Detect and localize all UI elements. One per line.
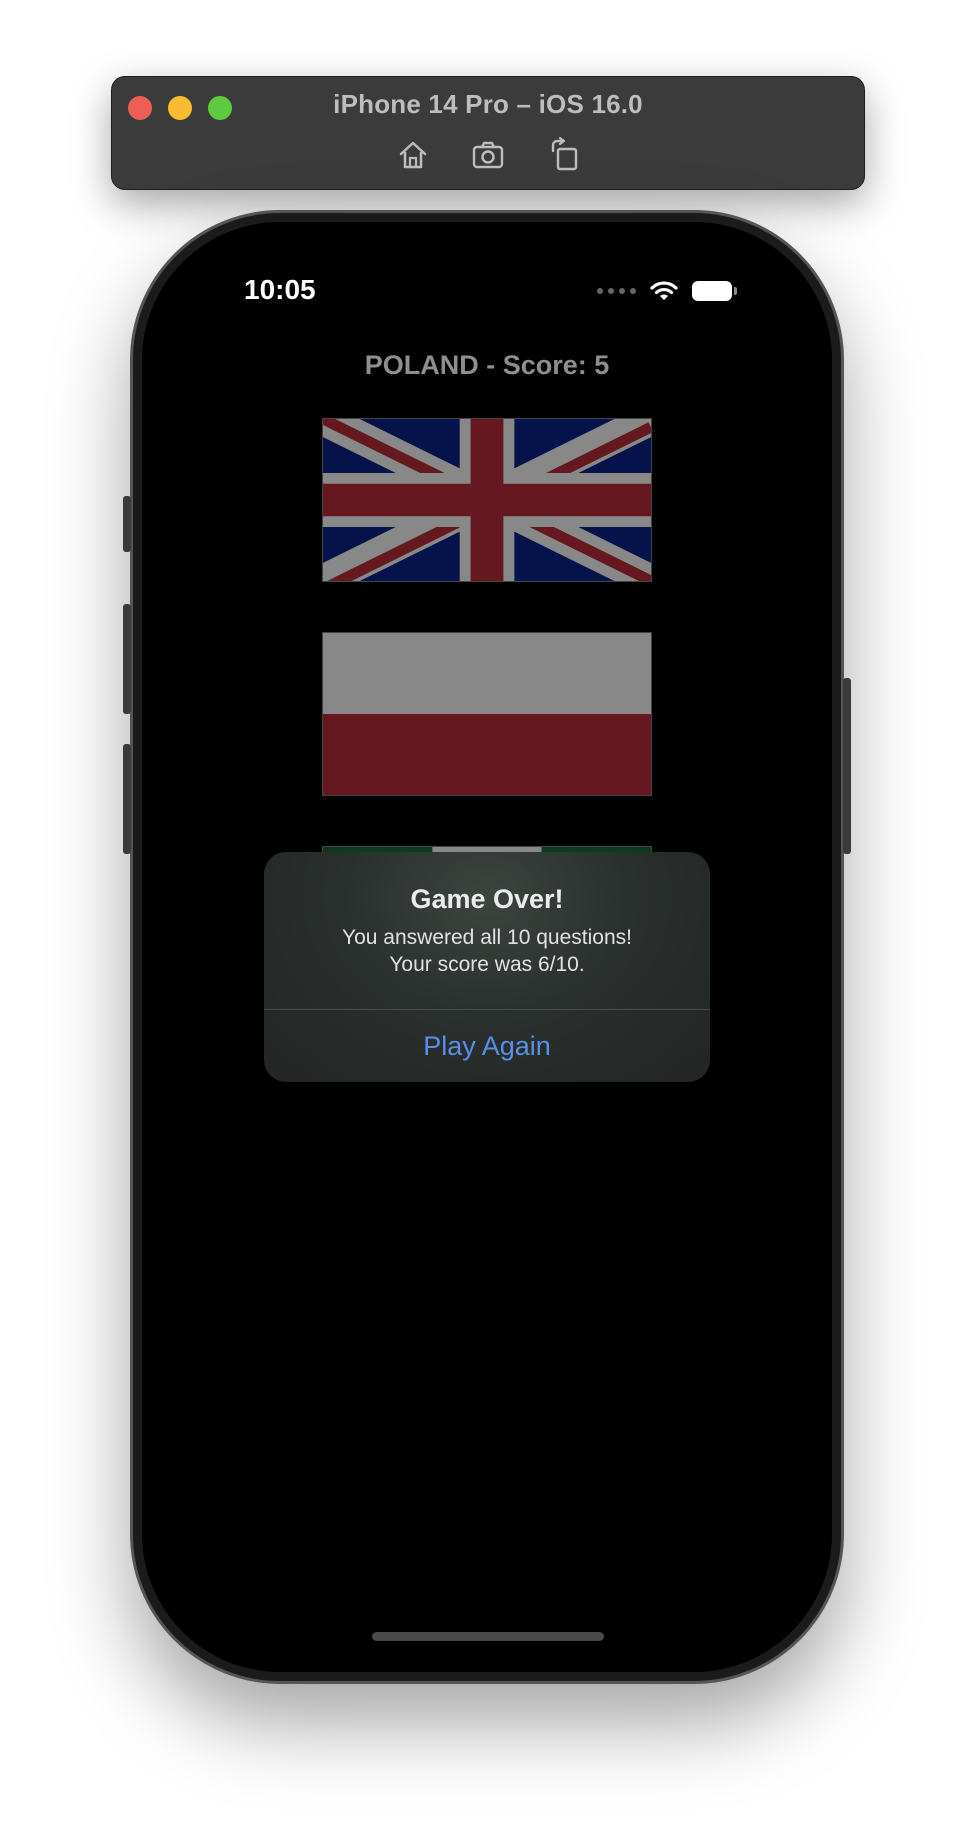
battery-icon (692, 281, 737, 301)
alert-body: Game Over! You answered all 10 questions… (264, 852, 710, 1008)
simulator-tools (112, 136, 864, 173)
wifi-icon (650, 281, 678, 300)
phone-screen: 10:05 POLAND - Score: 5 Game Over! You a… (142, 222, 832, 1672)
poland-flag-white-band (323, 633, 651, 714)
simulator-title: iPhone 14 Pro – iOS 16.0 (333, 89, 643, 119)
volume-up-button (123, 604, 131, 714)
screenshot-icon[interactable] (470, 137, 506, 173)
question-title: POLAND - Score: 5 (364, 350, 610, 380)
volume-down-button (123, 744, 131, 854)
home-icon[interactable] (395, 137, 431, 173)
game-over-alert: Game Over! You answered all 10 questions… (264, 852, 710, 1082)
simulator-stage: iPhone 14 Pro – iOS 16.0 10:05 POLAND - … (0, 0, 974, 1836)
poland-flag-red-band (323, 714, 651, 795)
simulator-window-toolbar: iPhone 14 Pro – iOS 16.0 (111, 76, 865, 190)
flag-button-uk[interactable] (322, 418, 652, 582)
home-indicator[interactable] (372, 1632, 604, 1641)
flag-button-poland[interactable] (322, 632, 652, 796)
status-time: 10:05 (244, 274, 316, 305)
alert-title: Game Over! (410, 884, 564, 914)
status-icons (597, 276, 737, 306)
action-button (123, 496, 131, 552)
uk-flag (323, 419, 651, 581)
play-again-button[interactable]: Play Again (264, 1010, 710, 1082)
rotate-icon[interactable] (547, 136, 583, 173)
cellular-dots-icon (597, 288, 636, 294)
alert-message-line-1: You answered all 10 questions! (342, 926, 632, 949)
power-button (843, 678, 851, 854)
alert-message: You answered all 10 questions! Your scor… (264, 924, 710, 978)
alert-message-line-2: Your score was 6/10. (389, 953, 585, 976)
